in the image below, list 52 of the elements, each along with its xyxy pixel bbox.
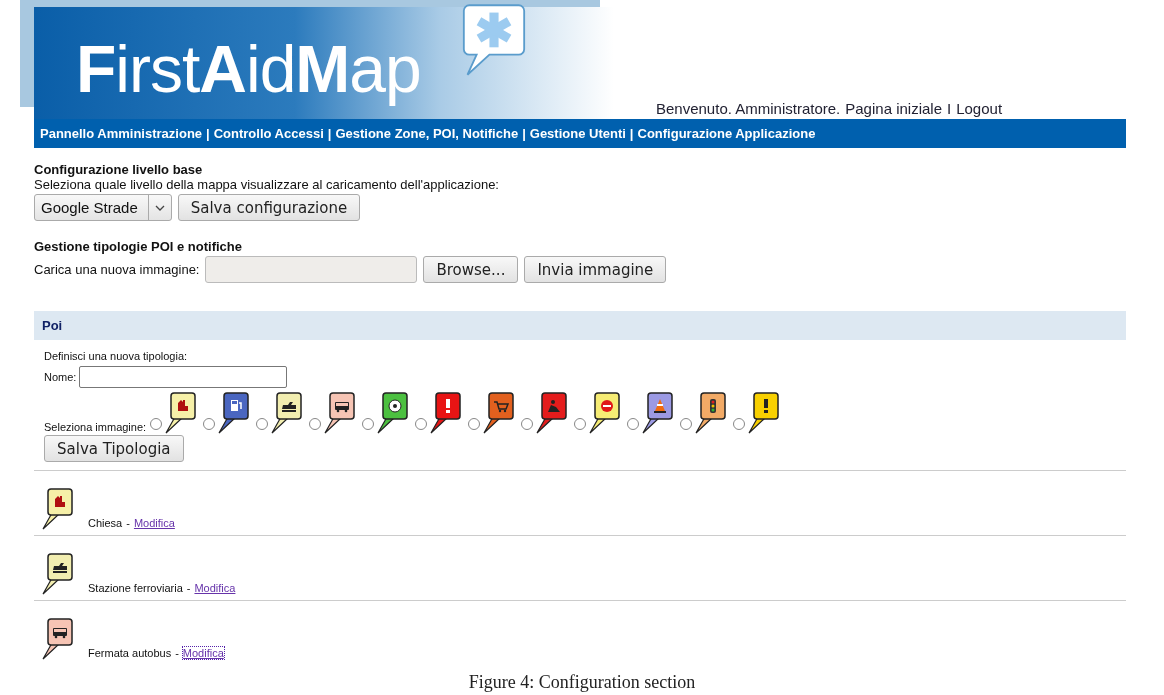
description-text: Seleziona quale livello della mappa visualizzare al caricamento dell'applicazione: (34, 177, 500, 192)
nav-link[interactable]: Configurazione Applicazione (637, 126, 816, 141)
send-image-button[interactable]: Invia immagine (524, 256, 667, 283)
radio-button[interactable] (680, 418, 693, 430)
form-label: Seleziona immagine: (44, 421, 147, 435)
nav-link[interactable]: Controllo Accessi (213, 126, 324, 141)
form-label: Nome: (44, 371, 77, 383)
panel-header: Poi (34, 311, 1126, 340)
radio-button[interactable] (415, 418, 428, 430)
edit-link[interactable]: Modifica (133, 517, 175, 529)
radio-button[interactable] (521, 418, 534, 430)
name-field[interactable] (79, 366, 288, 388)
form-label: Definisci una nuova tipologia: (44, 350, 189, 362)
radio-button[interactable] (468, 418, 481, 430)
separator-text: | (629, 126, 634, 141)
radio-button[interactable] (362, 418, 375, 430)
browse-button[interactable]: Browse... (423, 256, 519, 283)
separator-text: - (186, 582, 191, 594)
logo-text: FirstAidMap (76, 31, 421, 107)
radio-button[interactable] (203, 418, 216, 430)
upload-label: Carica una nuova immagine: (34, 262, 200, 277)
nav-link[interactable]: Gestione Zone, POI, Notifiche (335, 126, 519, 141)
nav-link[interactable]: Pannello Amministrazione (40, 126, 203, 141)
section-title: Configurazione livello base (34, 162, 204, 177)
separator-text: I (947, 100, 952, 117)
star-of-life-icon (462, 3, 526, 77)
type-name: Stazione ferroviaria (88, 582, 183, 594)
save-type-button[interactable]: Salva Tipologia (44, 435, 184, 462)
radio-button[interactable] (574, 418, 587, 430)
separator-text: | (206, 126, 210, 141)
header-link[interactable]: Logout (956, 100, 1003, 117)
save-configuration-button[interactable]: Salva configurazione (177, 194, 361, 221)
figure-caption: Figure 4: Configuration section (467, 672, 697, 693)
separator-text: - (126, 517, 130, 529)
nav-link[interactable]: Gestione Utenti (529, 126, 626, 141)
type-name: Chiesa (88, 517, 123, 529)
separator-text: - (175, 647, 179, 659)
layer-select[interactable]: Google Strade (34, 194, 172, 221)
radio-button[interactable] (733, 418, 746, 430)
type-name: Fermata autobus (88, 647, 172, 659)
header-link[interactable]: Pagina iniziale (845, 100, 942, 117)
separator-text: | (327, 126, 332, 141)
edit-link[interactable]: Modifica (182, 647, 224, 659)
file-field[interactable] (205, 256, 418, 283)
radio-button[interactable] (309, 418, 322, 430)
edit-link[interactable]: Modifica (194, 582, 236, 594)
radio-button[interactable] (150, 418, 163, 430)
welcome-text: Benvenuto. Amministratore. (656, 100, 841, 117)
radio-button[interactable] (627, 418, 640, 430)
separator-text: | (522, 126, 526, 141)
section-title: Gestione tipologie POI e notifiche (34, 239, 244, 254)
radio-button[interactable] (256, 418, 269, 430)
